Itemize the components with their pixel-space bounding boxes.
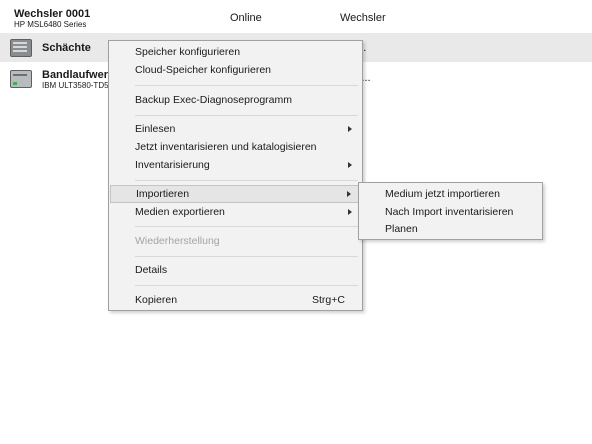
tape-drive-icon (10, 70, 32, 88)
menu-item-label: Speicher konfigurieren (135, 46, 241, 58)
submenu-arrow-icon (347, 191, 351, 197)
menu-item-label: Einlesen (135, 123, 176, 135)
menu-item-label: Jetzt inventarisieren und katalogisieren (135, 141, 317, 153)
menu-item-shortcut: Strg+C (312, 294, 345, 306)
device-name: Wechsler 0001 (14, 8, 91, 20)
menu-item-label: Kopieren (135, 294, 178, 306)
menu-item-label: Medien exportieren (135, 206, 225, 218)
menu-item-copy[interactable]: Kopieren Strg+C (110, 292, 361, 310)
menu-item-import[interactable]: Importieren (110, 185, 361, 203)
menu-item-label: Backup Exec-Diagnoseprogramm (135, 94, 292, 106)
menu-item-configure-cloud-storage[interactable]: Cloud-Speicher konfigurieren (110, 62, 361, 80)
menu-item-label: Importieren (136, 188, 190, 200)
menu-separator (135, 85, 358, 86)
menu-item-inventory-catalog-now[interactable]: Jetzt inventarisieren und katalogisieren (110, 139, 361, 157)
device-state: Online (230, 12, 262, 24)
submenu-arrow-icon (348, 126, 352, 132)
menu-item-label: Wiederherstellung (135, 235, 220, 247)
submenu-arrow-icon (348, 162, 352, 168)
menu-item-label: Cloud-Speicher konfigurieren (135, 64, 271, 76)
menu-item-inventory[interactable]: Inventarisierung (110, 157, 361, 175)
submenu-item-schedule[interactable]: Planen (360, 221, 541, 239)
device-model: IBM ULT3580-TD5 (42, 81, 109, 90)
submenu-item-inventory-after-import[interactable]: Nach Import inventarisieren (360, 204, 541, 222)
menu-item-configure-storage[interactable]: Speicher konfigurieren (110, 44, 361, 62)
menu-separator (135, 226, 358, 227)
menu-separator (135, 180, 358, 181)
menu-item-label: Details (135, 264, 168, 276)
submenu-item-import-media-now[interactable]: Medium jetzt importieren (360, 186, 541, 204)
menu-item-label: Inventarisierung (135, 159, 210, 171)
menu-item-diagnostics[interactable]: Backup Exec-Diagnoseprogramm (110, 92, 361, 110)
menu-separator (135, 256, 358, 257)
menu-item-export-media[interactable]: Medien exportieren (110, 204, 361, 222)
slots-icon (10, 39, 32, 57)
import-submenu: Medium jetzt importieren Nach Import inv… (358, 182, 543, 240)
menu-separator (135, 115, 358, 116)
menu-item-restore: Wiederherstellung (110, 233, 361, 251)
device-type: Wechsler (340, 12, 386, 24)
menu-item-scan[interactable]: Einlesen (110, 121, 361, 139)
submenu-arrow-icon (348, 209, 352, 215)
device-name: Schächte (42, 42, 91, 54)
context-menu: Speicher konfigurieren Cloud-Speicher ko… (108, 40, 363, 311)
device-model: HP MSL6480 Series (14, 20, 87, 29)
submenu-item-label: Medium jetzt importieren (385, 188, 500, 200)
device-row-changer[interactable]: Wechsler 0001 HP MSL6480 Series Online W… (0, 0, 592, 31)
menu-separator (135, 285, 358, 286)
menu-item-details[interactable]: Details (110, 262, 361, 280)
submenu-item-label: Planen (385, 223, 418, 235)
submenu-item-label: Nach Import inventarisieren (385, 206, 514, 218)
